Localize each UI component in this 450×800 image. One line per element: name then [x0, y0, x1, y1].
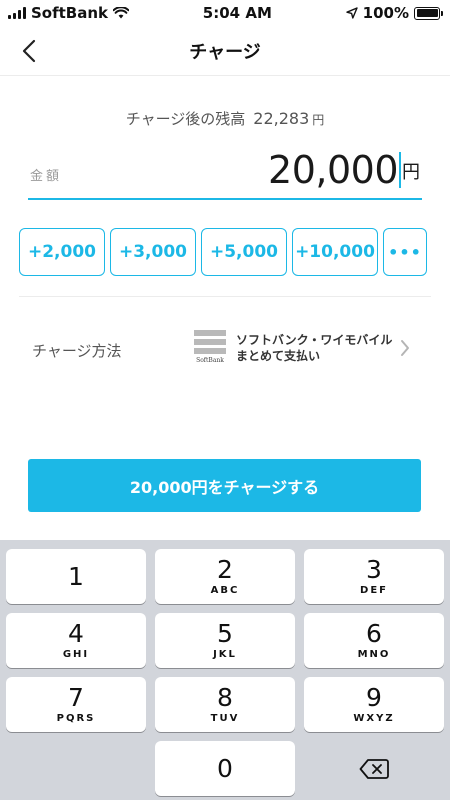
- signal-icon: [8, 7, 26, 19]
- quick-amount-5000-button[interactable]: +5,000: [201, 228, 287, 276]
- divider: [19, 296, 431, 297]
- chevron-right-icon: [401, 340, 409, 356]
- charge-method-row[interactable]: チャージ方法 SoftBank ソフトバンク・ワイモバイル まとめて支払い: [0, 320, 450, 376]
- key-digit: 0: [217, 753, 233, 783]
- key-8[interactable]: 8 TUV: [155, 677, 295, 732]
- key-letters: WXYZ: [353, 713, 395, 724]
- amount-value: 20,000: [268, 148, 398, 192]
- key-6[interactable]: 6 MNO: [304, 613, 444, 668]
- status-left: SoftBank: [8, 4, 130, 22]
- delete-key[interactable]: [304, 741, 444, 796]
- key-letters: JKL: [213, 649, 237, 660]
- key-letters: PQRS: [56, 713, 96, 724]
- key-letters: GHI: [62, 649, 90, 660]
- nav-bar: チャージ: [0, 26, 450, 76]
- text-caret: [399, 152, 401, 188]
- charge-button[interactable]: 20,000円をチャージする: [28, 459, 421, 512]
- status-time: 5:04 AM: [202, 4, 272, 22]
- balance-label: チャージ後の残高: [125, 110, 246, 128]
- key-5[interactable]: 5 JKL: [155, 613, 295, 668]
- location-arrow-icon: [345, 7, 358, 19]
- quick-amount-10000-button[interactable]: +10,000: [292, 228, 378, 276]
- key-digit: 9: [366, 683, 382, 712]
- quick-amount-chips: +2,000 +3,000 +5,000 +10,000 •••: [19, 228, 431, 276]
- key-4[interactable]: 4 GHI: [6, 613, 146, 668]
- key-digit: 2: [217, 555, 233, 584]
- status-bar: SoftBank 5:04 AM 100%: [0, 0, 450, 26]
- key-digit: 7: [68, 683, 84, 712]
- numeric-keypad: 1 2 ABC 3 DEF 4 GHI 5 JKL 6 MNO 7 PQRS 8…: [0, 540, 450, 800]
- key-9[interactable]: 9 WXYZ: [304, 677, 444, 732]
- key-digit: 8: [217, 683, 233, 712]
- status-right: 100%: [345, 4, 443, 22]
- key-0[interactable]: 0: [155, 741, 295, 796]
- back-button[interactable]: [14, 36, 44, 66]
- backspace-icon: [359, 758, 389, 779]
- charge-method-label: チャージ方法: [32, 342, 122, 360]
- key-digit: 5: [217, 619, 233, 648]
- battery-icon: [414, 6, 443, 20]
- page-title: チャージ: [189, 41, 261, 63]
- charge-method-name: ソフトバンク・ワイモバイル まとめて支払い: [236, 332, 392, 364]
- charge-method-line2: まとめて支払い: [236, 349, 321, 363]
- charge-method-line1: ソフトバンク・ワイモバイル: [236, 333, 393, 347]
- key-7[interactable]: 7 PQRS: [6, 677, 146, 732]
- softbank-logo-text: SoftBank: [196, 357, 224, 364]
- app-frame: SoftBank 5:04 AM 100% チャージ チャージ後の残高 22,28…: [0, 0, 450, 800]
- amount-input[interactable]: 金額 20,000 円: [28, 148, 422, 200]
- key-digit: 4: [68, 619, 84, 648]
- key-3[interactable]: 3 DEF: [304, 549, 444, 604]
- key-letters: MNO: [357, 649, 391, 660]
- more-options-button[interactable]: •••: [383, 228, 427, 276]
- balance-unit: 円: [312, 113, 325, 127]
- quick-amount-2000-button[interactable]: +2,000: [19, 228, 105, 276]
- carrier-name: SoftBank: [31, 4, 109, 22]
- amount-label: 金額: [30, 169, 63, 184]
- balance-after-charge: チャージ後の残高 22,283 円: [0, 108, 450, 129]
- key-letters: TUV: [210, 713, 240, 724]
- amount-value-wrap: 20,000 円: [268, 148, 420, 192]
- quick-amount-3000-button[interactable]: +3,000: [110, 228, 196, 276]
- wifi-icon: [113, 7, 130, 19]
- amount-unit: 円: [402, 162, 420, 183]
- key-digit: 6: [366, 619, 382, 648]
- chevron-left-icon: [22, 39, 36, 63]
- key-letters: ABC: [210, 585, 240, 596]
- key-1[interactable]: 1: [6, 549, 146, 604]
- battery-percent: 100%: [362, 4, 409, 22]
- key-digit: 1: [68, 561, 84, 591]
- balance-value: 22,283: [253, 109, 310, 128]
- key-digit: 3: [366, 555, 382, 584]
- key-2[interactable]: 2 ABC: [155, 549, 295, 604]
- softbank-logo: SoftBank: [193, 330, 227, 366]
- key-letters: DEF: [360, 585, 388, 596]
